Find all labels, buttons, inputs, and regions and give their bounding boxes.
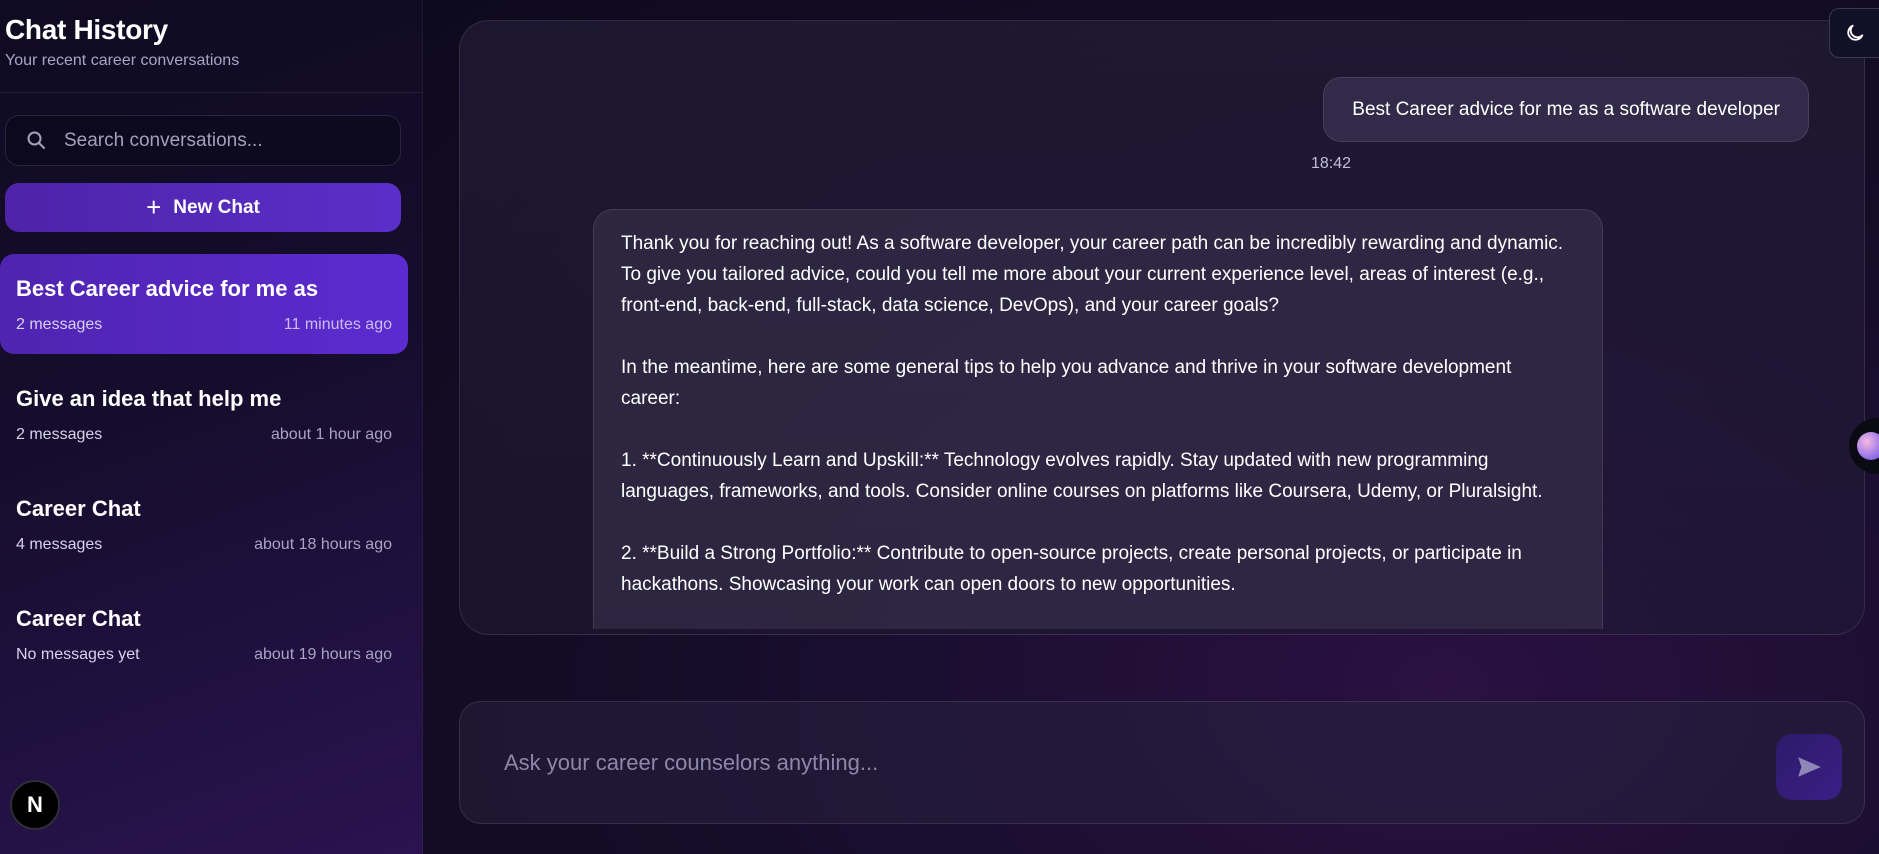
user-message: Best Career advice for me as a software … [1323,77,1809,142]
message-input[interactable] [504,749,1704,776]
conversation-time: about 18 hours ago [254,536,392,553]
conversation-meta: 4 messages about 18 hours ago [16,536,392,554]
conversation-list: Best Career advice for me as 2 messages … [0,254,408,694]
new-chat-button[interactable]: + New Chat [5,183,401,232]
search-icon [26,130,48,152]
conversation-meta: No messages yet about 19 hours ago [16,646,392,664]
conversation-count: 2 messages [16,316,103,333]
conversation-time: 11 minutes ago [283,316,392,333]
assistant-paragraph: In the meantime, here are some general t… [621,357,1512,409]
assistant-paragraph: 2. **Build a Strong Portfolio:** Contrib… [621,543,1522,595]
conversation-title: Career Chat [16,606,141,631]
sidebar-header: Chat History Your recent career conversa… [0,0,422,93]
send-icon [1796,754,1822,780]
new-chat-label: New Chat [173,196,260,218]
conversation-item-0[interactable]: Best Career advice for me as 2 messages … [0,254,408,354]
sidebar-subtitle: Your recent career conversations [5,52,240,69]
send-button[interactable] [1776,734,1842,800]
conversation-item-2[interactable]: Career Chat 4 messages about 18 hours ag… [0,474,408,574]
conversation-title: Career Chat [16,496,141,521]
conversation-meta: 2 messages about 1 hour ago [16,426,392,444]
conversation-item-1[interactable]: Give an idea that help me 2 messages abo… [0,364,408,464]
conversation-title: Best Career advice for me as [16,276,319,301]
avatar-icon [1857,432,1879,460]
plus-icon: + [146,191,162,222]
conversation-title: Give an idea that help me [16,386,282,411]
conversation-time: about 19 hours ago [254,646,392,663]
composer [459,701,1865,824]
theme-toggle-button[interactable] [1829,8,1879,58]
search-input[interactable] [64,129,384,152]
sidebar-title: Chat History [5,14,168,45]
conversation-count: 2 messages [16,426,103,443]
moon-icon [1844,22,1866,44]
message-panel[interactable]: Best Career advice for me as a software … [459,20,1865,635]
conversation-time: about 1 hour ago [271,426,392,443]
app: Chat History Your recent career conversa… [0,0,1879,854]
assistant-paragraph: 1. **Continuously Learn and Upskill:** T… [621,450,1543,502]
user-message-time: 18:42 [1311,155,1352,172]
framework-badge[interactable]: N [10,780,60,830]
main-chat-area: Best Career advice for me as a software … [423,0,1879,854]
conversation-count: 4 messages [16,536,103,553]
assistant-paragraph: Thank you for reaching out! As a softwar… [621,233,1564,316]
conversation-meta: 2 messages 11 minutes ago [16,316,392,334]
assistant-message: Thank you for reaching out! As a softwar… [593,209,1603,629]
conversation-count: No messages yet [16,646,140,663]
conversation-item-3[interactable]: Career Chat No messages yet about 19 hou… [0,584,408,684]
sidebar: Chat History Your recent career conversa… [0,0,423,854]
search-box[interactable] [5,115,401,166]
